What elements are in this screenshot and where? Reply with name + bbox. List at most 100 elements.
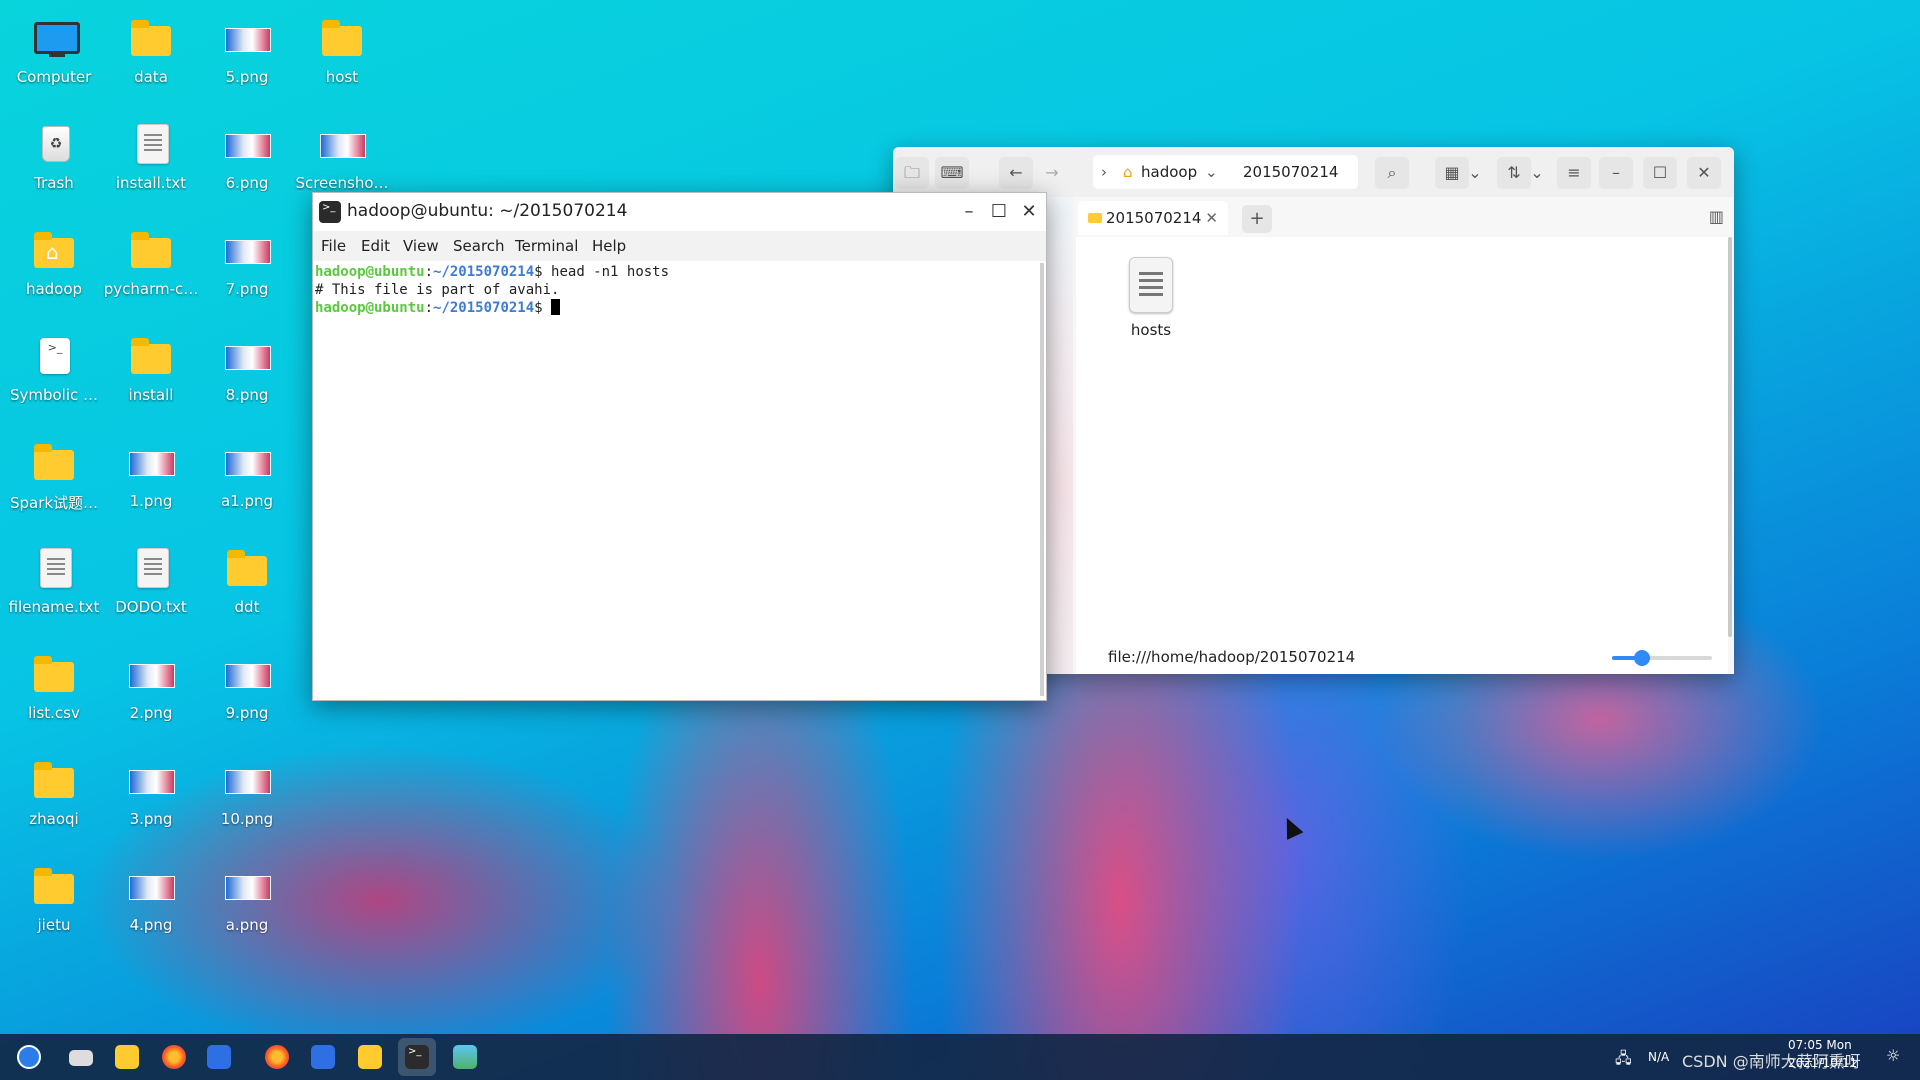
image-file-icon	[223, 650, 271, 698]
wps-writer-icon[interactable]	[304, 1038, 342, 1076]
menu-edit[interactable]: Edit	[361, 237, 390, 255]
wps-writer-icon[interactable]	[200, 1038, 238, 1076]
desktop-icon[interactable]: Screensho…	[294, 120, 390, 192]
tab-label: 2015070214	[1106, 209, 1202, 227]
desktop-icon[interactable]: DODO.txt	[103, 544, 199, 616]
desktop-icon[interactable]: 7.png	[199, 226, 295, 298]
breadcrumb-item-home[interactable]: hadoop	[1141, 163, 1197, 181]
desktop-icon[interactable]: a.png	[199, 862, 295, 934]
multitask-view-icon[interactable]	[62, 1038, 100, 1076]
desktop-icon[interactable]: pycharm-c…	[103, 226, 199, 298]
image-viewer-icon[interactable]	[446, 1038, 484, 1076]
back-button[interactable]: ←	[999, 157, 1033, 189]
chevron-down-icon[interactable]: ⌄	[1205, 163, 1218, 181]
folder-icon	[223, 544, 271, 592]
desktop-icon[interactable]: 6.png	[199, 120, 295, 192]
desktop-icon[interactable]: zhaoqi	[6, 756, 102, 828]
sort-button[interactable]: ⇅	[1497, 157, 1531, 189]
file-item[interactable]: hosts	[1106, 257, 1196, 339]
text-cursor	[551, 299, 561, 315]
zoom-slider-handle[interactable]	[1634, 650, 1650, 666]
search-icon[interactable]: ⌕	[1375, 157, 1409, 189]
desktop-icon[interactable]: 8.png	[199, 332, 295, 404]
desktop-icon-label: 8.png	[225, 386, 269, 404]
open-terminal-icon[interactable]: ⌨	[935, 157, 969, 189]
terminal-icon[interactable]: >_	[398, 1038, 436, 1076]
desktop-icon[interactable]: install.txt	[103, 120, 199, 192]
desktop-icon[interactable]: 1.png	[103, 438, 199, 510]
breadcrumb-item-current[interactable]: 2015070214	[1243, 163, 1338, 181]
detail-panel-icon[interactable]: ▥	[1709, 207, 1724, 226]
notification-icon[interactable]: ☼	[1886, 1046, 1900, 1065]
image-file-icon	[223, 756, 271, 804]
desktop-icon[interactable]: jietu	[6, 862, 102, 934]
clock-time[interactable]: 07:05 Mon	[1788, 1038, 1852, 1052]
menu-terminal[interactable]: Terminal	[515, 237, 578, 255]
clock-date[interactable]: 2021/10/11	[1788, 1056, 1857, 1070]
breadcrumb[interactable]: › ⌂ hadoop ⌄ 2015070214	[1093, 155, 1358, 189]
close-button[interactable]: ✕	[1687, 157, 1721, 189]
forward-button[interactable]: →	[1035, 157, 1069, 189]
maximize-button[interactable]: ☐	[986, 199, 1012, 225]
terminal-output[interactable]: hadoop@ubuntu:~/2015070214$ head -n1 hos…	[313, 261, 1036, 700]
desktop-icon[interactable]: ♻ Trash	[6, 120, 102, 192]
menu-search[interactable]: Search	[453, 237, 505, 255]
menu-view[interactable]: View	[403, 237, 439, 255]
desktop-icon-label: Spark试题…	[9, 494, 99, 512]
tab-close-icon[interactable]: ✕	[1205, 201, 1218, 235]
desktop-icon[interactable]: 10.png	[199, 756, 295, 828]
firefox-icon[interactable]	[155, 1038, 193, 1076]
desktop-icon[interactable]: ddt	[199, 544, 295, 616]
desktop-icon[interactable]: host	[294, 14, 390, 86]
close-button[interactable]: ✕	[1016, 199, 1042, 225]
desktop-icon[interactable]: Computer	[6, 14, 102, 86]
icon-view-button[interactable]: ▦	[1435, 157, 1469, 189]
scrollbar[interactable]	[1728, 237, 1732, 637]
desktop-icon[interactable]: 2.png	[103, 650, 199, 722]
desktop-icon[interactable]: Spark试题…	[6, 438, 102, 513]
file-manager-icon[interactable]	[351, 1038, 389, 1076]
desktop-icon[interactable]: a1.png	[199, 438, 295, 510]
symlink-icon: >_	[30, 332, 78, 380]
folder-icon	[30, 438, 78, 486]
start-menu-button[interactable]	[10, 1038, 48, 1076]
folder-icon	[30, 862, 78, 910]
tab-current-folder[interactable]: 2015070214 ✕	[1078, 201, 1228, 235]
desktop-icon[interactable]: 5.png	[199, 14, 295, 86]
sort-options-chevron-icon[interactable]: ⌄	[1527, 157, 1547, 189]
status-path: file:///home/hadoop/2015070214	[1108, 648, 1356, 666]
menu-help[interactable]: Help	[592, 237, 626, 255]
desktop-icon[interactable]: 4.png	[103, 862, 199, 934]
terminal-titlebar[interactable]: >_ hadoop@ubuntu: ~/2015070214 – ☐ ✕	[313, 193, 1046, 231]
maximize-button[interactable]: ☐	[1643, 157, 1677, 189]
view-options-chevron-icon[interactable]: ⌄	[1465, 157, 1485, 189]
desktop-icon[interactable]: install	[103, 332, 199, 404]
text-file-icon	[127, 120, 175, 168]
minimize-button[interactable]: –	[956, 199, 982, 225]
desktop-icon[interactable]: data	[103, 14, 199, 86]
desktop-icon[interactable]: list.csv	[6, 650, 102, 722]
minimize-button[interactable]: –	[1599, 157, 1633, 189]
terminal-line: hadoop@ubuntu:~/2015070214$ head -n1 hos…	[315, 264, 670, 280]
text-file-icon	[1129, 257, 1173, 313]
desktop-icon[interactable]: filename.txt	[6, 544, 102, 616]
menu-file[interactable]: File	[321, 237, 346, 255]
firefox-icon[interactable]	[258, 1038, 296, 1076]
image-file-icon	[127, 862, 175, 910]
file-manager-icon[interactable]	[108, 1038, 146, 1076]
folder-icon	[1088, 213, 1102, 223]
desktop-icon-label: zhaoqi	[29, 810, 79, 828]
zoom-slider[interactable]	[1612, 650, 1712, 666]
home-folder-icon	[30, 226, 78, 274]
desktop-icon[interactable]: hadoop	[6, 226, 102, 298]
desktop-icon[interactable]: >_ Symbolic …	[6, 332, 102, 404]
new-folder-icon[interactable]: 🗀	[895, 157, 929, 189]
new-tab-button[interactable]: +	[1242, 205, 1272, 233]
desktop-icon[interactable]: 9.png	[199, 650, 295, 722]
desktop-icon[interactable]: 3.png	[103, 756, 199, 828]
input-method-label[interactable]: N/A	[1648, 1050, 1669, 1064]
terminal-scrollbar[interactable]	[1040, 263, 1044, 696]
menu-icon[interactable]: ≡	[1557, 157, 1591, 189]
desktop-icon-label: hadoop	[25, 280, 83, 298]
network-icon[interactable]: 🖧	[1615, 1048, 1632, 1073]
